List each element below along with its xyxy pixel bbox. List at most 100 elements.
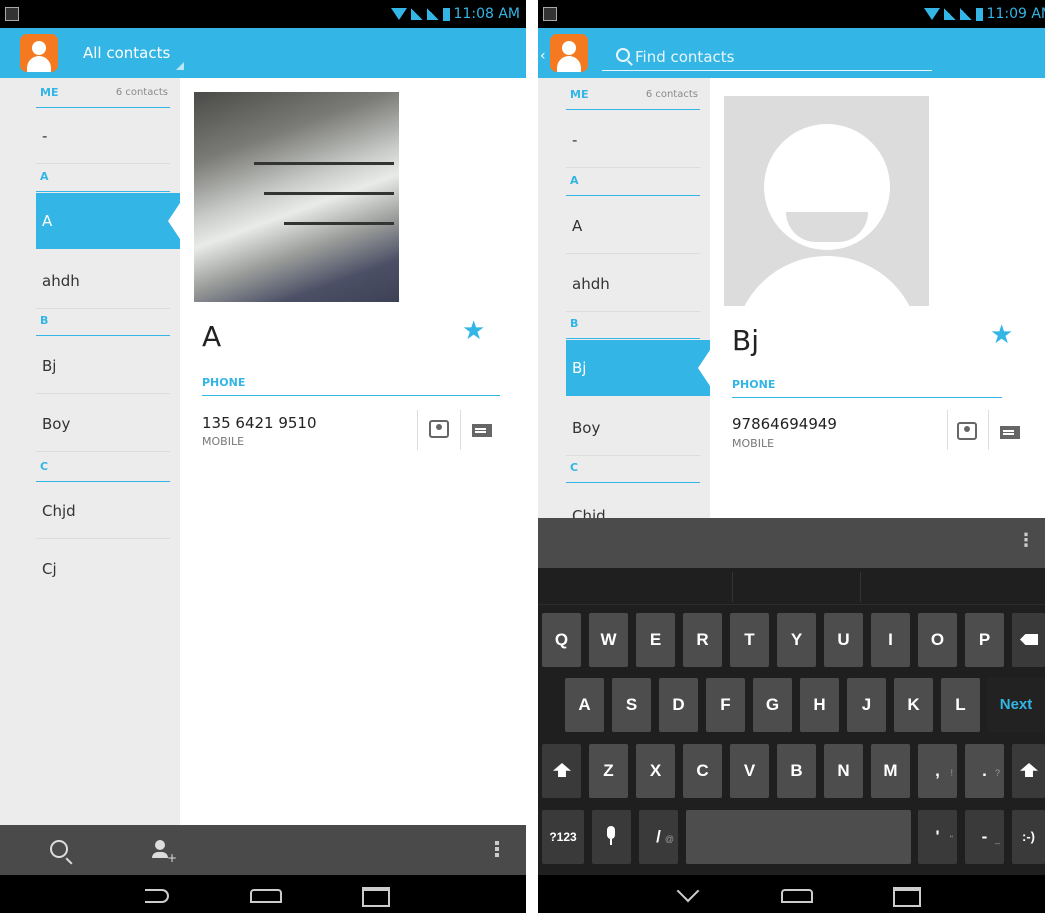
key-i[interactable]: I xyxy=(871,613,910,667)
key-m[interactable]: M xyxy=(871,744,910,798)
up-navigation-icon[interactable]: ‹ xyxy=(540,48,546,64)
contacts-filter-dropdown[interactable]: All contacts xyxy=(83,44,170,62)
list-item-bj-selected[interactable]: Bj xyxy=(566,340,710,396)
dash-alt-label: _ xyxy=(994,834,1000,844)
key-b[interactable]: B xyxy=(777,744,816,798)
list-item-bj[interactable]: Bj xyxy=(36,338,170,394)
backspace-key[interactable] xyxy=(1012,613,1045,667)
key-comma[interactable]: ! , xyxy=(918,744,957,798)
recent-apps-icon[interactable] xyxy=(893,887,921,907)
key-f[interactable]: F xyxy=(706,678,745,732)
shift-icon xyxy=(1020,763,1038,777)
contact-list: ME 6 contacts - A A ahdh B Bj Boy C Chjd xyxy=(538,78,710,525)
soft-keyboard: Q W E R T Y U I O P A S D F G H J K L Ne… xyxy=(538,568,1045,875)
list-item-boy[interactable]: Boy xyxy=(566,400,700,456)
apostrophe-key[interactable]: " ' xyxy=(918,810,957,864)
contacts-app-icon[interactable] xyxy=(550,34,588,72)
apostrophe-label: ' xyxy=(935,827,940,846)
shift-key[interactable] xyxy=(542,744,581,798)
section-header-b: B xyxy=(566,317,700,339)
key-q[interactable]: Q xyxy=(542,613,581,667)
list-item-cj[interactable]: Cj xyxy=(36,541,170,597)
signal-icon xyxy=(426,8,439,20)
shift-key-right[interactable] xyxy=(1012,744,1045,798)
key-t[interactable]: T xyxy=(730,613,769,667)
key-z[interactable]: Z xyxy=(589,744,628,798)
list-item-me[interactable]: - xyxy=(36,108,170,164)
star-icon[interactable]: ★ xyxy=(990,320,1013,350)
key-e[interactable]: E xyxy=(636,613,675,667)
divider xyxy=(417,410,418,450)
list-item-a[interactable]: A xyxy=(566,198,700,254)
recent-apps-icon[interactable] xyxy=(362,887,390,907)
home-nav-icon[interactable] xyxy=(781,889,813,903)
key-o[interactable]: O xyxy=(918,613,957,667)
key-k[interactable]: K xyxy=(894,678,933,732)
key-y[interactable]: Y xyxy=(777,613,816,667)
key-h[interactable]: H xyxy=(800,678,839,732)
key-s[interactable]: S xyxy=(612,678,651,732)
call-icon[interactable] xyxy=(957,422,977,440)
message-icon[interactable] xyxy=(472,424,492,437)
period-alt-label: ? xyxy=(994,768,1000,778)
search-icon xyxy=(616,48,630,62)
divider xyxy=(988,410,989,450)
next-key[interactable]: Next xyxy=(987,678,1045,732)
key-l[interactable]: L xyxy=(941,678,980,732)
keyboard-overflow-icon[interactable]: ⋮ xyxy=(1017,530,1035,551)
key-u[interactable]: U xyxy=(824,613,863,667)
list-item-ahdh[interactable]: ahdh xyxy=(566,256,700,312)
key-v[interactable]: V xyxy=(730,744,769,798)
key-d[interactable]: D xyxy=(659,678,698,732)
message-icon[interactable] xyxy=(1000,426,1020,439)
mic-key[interactable] xyxy=(592,810,631,864)
status-time: 11:08 AM xyxy=(453,6,520,22)
contacts-app-icon[interactable] xyxy=(20,34,58,72)
add-contact-icon[interactable]: + xyxy=(152,840,177,864)
action-bar: ‹ Find contacts xyxy=(538,28,1045,78)
slash-key[interactable]: @ / xyxy=(639,810,678,864)
phone-number[interactable]: 97864694949 xyxy=(732,415,837,433)
back-nav-icon[interactable] xyxy=(145,889,169,903)
bottom-action-bar: + xyxy=(0,825,526,875)
search-icon[interactable] xyxy=(50,840,68,858)
list-item-boy[interactable]: Boy xyxy=(36,396,170,452)
key-c[interactable]: C xyxy=(683,744,722,798)
wifi-icon xyxy=(923,8,940,20)
list-item-a-selected[interactable]: A xyxy=(36,193,180,249)
contact-name: A xyxy=(202,320,222,353)
space-bar[interactable] xyxy=(686,810,911,864)
key-period[interactable]: ? . xyxy=(965,744,1004,798)
hide-keyboard-icon[interactable] xyxy=(676,879,700,903)
symbols-key[interactable]: ?123 xyxy=(542,810,584,864)
call-icon[interactable] xyxy=(429,420,449,438)
mic-stand xyxy=(610,839,612,845)
action-bar: All contacts xyxy=(0,28,526,78)
contact-photo-placeholder xyxy=(724,96,929,306)
section-header-c: C xyxy=(566,461,700,483)
phone-section-header: PHONE xyxy=(202,376,500,396)
key-g[interactable]: G xyxy=(753,678,792,732)
search-input[interactable]: Find contacts xyxy=(602,42,932,71)
list-item-chjd[interactable]: Chjd xyxy=(36,483,170,539)
list-item-ahdh[interactable]: ahdh xyxy=(36,253,170,309)
star-icon[interactable]: ★ xyxy=(462,316,485,346)
list-item-me[interactable]: - xyxy=(566,112,700,168)
battery-icon xyxy=(442,7,450,21)
overflow-menu-icon[interactable] xyxy=(495,841,499,859)
key-x[interactable]: X xyxy=(636,744,675,798)
key-w[interactable]: W xyxy=(589,613,628,667)
key-r[interactable]: R xyxy=(683,613,722,667)
phone-section-header: PHONE xyxy=(732,378,1002,398)
phone-number[interactable]: 135 6421 9510 xyxy=(202,414,317,432)
key-p[interactable]: P xyxy=(965,613,1004,667)
mic-icon xyxy=(607,826,615,839)
dash-key[interactable]: _ - xyxy=(965,810,1004,864)
home-nav-icon[interactable] xyxy=(250,889,282,903)
smiley-key[interactable]: :-) xyxy=(1012,810,1045,864)
key-j[interactable]: J xyxy=(847,678,886,732)
key-a[interactable]: A xyxy=(565,678,604,732)
key-n[interactable]: N xyxy=(824,744,863,798)
signal-icon xyxy=(959,8,972,20)
section-header-a: A xyxy=(566,174,700,196)
